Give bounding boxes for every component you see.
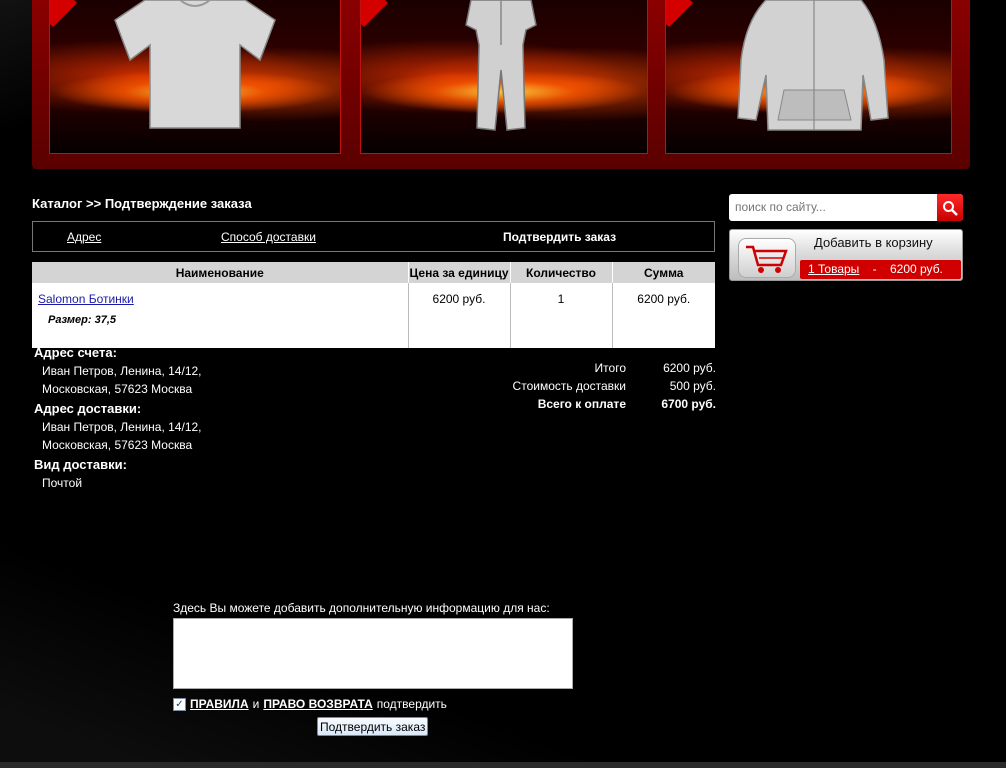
- grand-total-label: Всего к оплате: [537, 397, 626, 411]
- cart-items-link[interactable]: 1 Товары: [808, 262, 859, 276]
- step-confirm-current: Подтвердить заказ: [503, 230, 617, 244]
- search-icon: [943, 201, 958, 216]
- cart-icon: [746, 245, 788, 273]
- shipping-title: Адрес доставки:: [34, 401, 142, 416]
- checkbox-checked-icon[interactable]: ✓: [173, 697, 186, 711]
- search-button[interactable]: [937, 194, 963, 221]
- agreement-and: и: [252, 697, 260, 711]
- agreement-confirm-text: подтвердить: [376, 697, 447, 711]
- product-size: Размер: 37,5: [48, 314, 117, 326]
- billing-title: Адрес счета:: [34, 345, 117, 360]
- order-totals: Итого 6200 руб. Стоимость доставки 500 р…: [470, 359, 716, 413]
- grand-total-value: 6700 руб.: [661, 397, 716, 411]
- confirm-order-button[interactable]: Подтвердить заказ: [317, 717, 429, 736]
- checkout-steps: Адрес Способ доставки Подтвердить заказ: [32, 221, 715, 252]
- step-shipping-link[interactable]: Способ доставки: [221, 230, 316, 244]
- comment-label: Здесь Вы можете добавить дополнительную …: [173, 601, 550, 615]
- product-link[interactable]: Salomon Ботинки: [38, 292, 134, 306]
- billing-line-1: Иван Петров, Ленина, 14/12,: [42, 364, 202, 378]
- grand-total-row: Всего к оплате 6700 руб.: [470, 395, 716, 413]
- banner-tshirt[interactable]: [49, 0, 341, 154]
- breadcrumb-separator: >>: [86, 196, 102, 211]
- agreement-row: ✓ ПРАВИЛА и ПРАВО ВОЗВРАТА подтвердить: [173, 697, 451, 711]
- cart-widget: Добавить в корзину 1 Товары - 6200 руб.: [729, 229, 963, 281]
- breadcrumb-catalog[interactable]: Каталог: [32, 196, 82, 211]
- banner-tracksuit[interactable]: [360, 0, 648, 154]
- comment-textarea[interactable]: [173, 618, 573, 689]
- table-row: Salomon Ботинки Размер: 37,5 6200 руб. 1…: [32, 283, 715, 348]
- product-cell: Salomon Ботинки Размер: 37,5: [32, 283, 408, 348]
- order-table-header: Наименование Цена за единицу Количество …: [32, 262, 715, 283]
- product-price: 6200 руб.: [407, 283, 510, 348]
- cart-summary: 1 Товары - 6200 руб.: [800, 260, 961, 279]
- shipping-cost-row: Стоимость доставки 500 руб.: [470, 377, 716, 395]
- shipping-cost-label: Стоимость доставки: [512, 379, 626, 393]
- column-header-price: Цена за единицу: [407, 262, 510, 283]
- product-banner: [32, 0, 970, 169]
- tracksuit-image: [465, 0, 537, 131]
- subtotal-value: 6200 руб.: [663, 361, 716, 375]
- cart-title: Добавить в корзину: [814, 235, 933, 250]
- step-address-link[interactable]: Адрес: [67, 230, 101, 244]
- address-block: Адрес счета: Иван Петров, Ленина, 14/12,…: [34, 344, 202, 492]
- shipping-line-1: Иван Петров, Ленина, 14/12,: [42, 420, 202, 434]
- page-bottom-bar: [0, 762, 1006, 768]
- shipping-line-2: Московская, 57623 Москва: [42, 438, 193, 452]
- shipping-cost-value: 500 руб.: [669, 379, 716, 393]
- delivery-title: Вид доставки:: [34, 457, 127, 472]
- column-header-name: Наименование: [32, 262, 408, 283]
- breadcrumb: Каталог >> Подтверждение заказа: [32, 196, 252, 211]
- product-quantity: 1: [509, 283, 612, 348]
- hoodie-image: [737, 0, 889, 131]
- returns-link[interactable]: ПРАВО ВОЗВРАТА: [263, 697, 372, 711]
- billing-line-2: Московская, 57623 Москва: [42, 382, 193, 396]
- breadcrumb-current: Подтверждение заказа: [104, 196, 252, 211]
- cart-dash: -: [872, 262, 877, 276]
- tshirt-image: [114, 0, 276, 129]
- column-header-sum: Сумма: [611, 262, 715, 283]
- cart-total: 6200 руб.: [889, 262, 943, 276]
- order-table: Наименование Цена за единицу Количество …: [32, 262, 715, 348]
- search-input[interactable]: [735, 199, 935, 215]
- column-header-quantity: Количество: [509, 262, 612, 283]
- rules-link[interactable]: ПРАВИЛА: [190, 697, 249, 711]
- delivery-method: Почтой: [42, 476, 83, 490]
- subtotal-row: Итого 6200 руб.: [470, 359, 716, 377]
- product-sum: 6200 руб.: [611, 283, 715, 348]
- banner-hoodie[interactable]: [665, 0, 952, 154]
- cart-button[interactable]: [738, 238, 796, 278]
- site-search: [729, 194, 963, 221]
- subtotal-label: Итого: [594, 361, 626, 375]
